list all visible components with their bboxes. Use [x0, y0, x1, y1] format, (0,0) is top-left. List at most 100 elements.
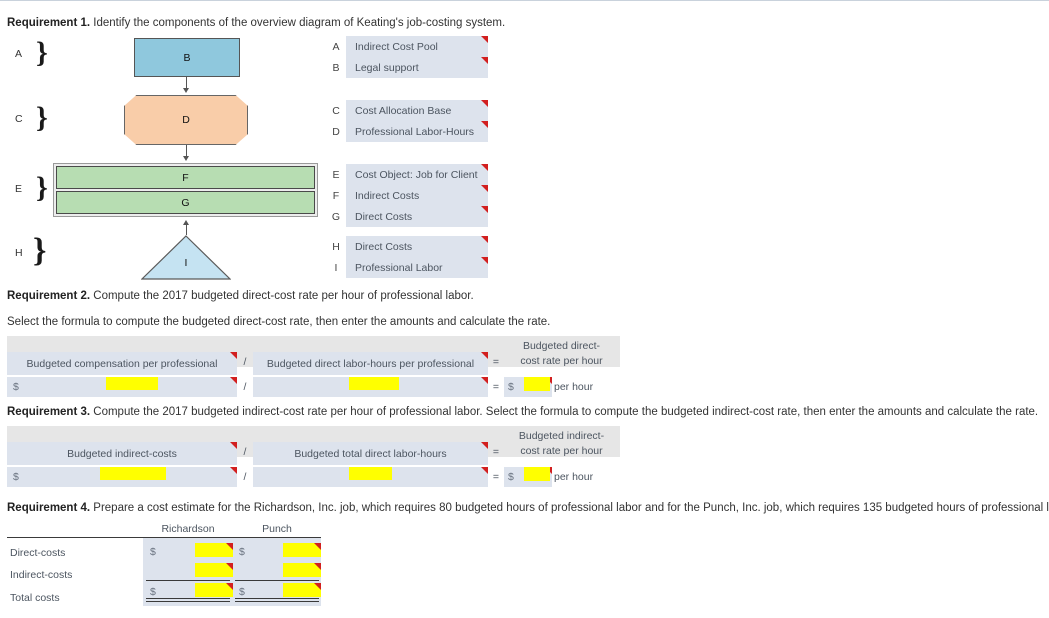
corner-marker-icon: [230, 352, 237, 359]
top-divider: [0, 0, 1049, 1]
answer-cell-e[interactable]: Cost Object: Job for Client: [346, 164, 488, 185]
corner-marker-icon: [230, 442, 237, 449]
arrow-i-to-g: [186, 224, 187, 235]
corner-marker-icon: [226, 563, 233, 570]
arrow-d-to-f-head: [182, 156, 189, 161]
cost-total-rule-punch-2: [235, 601, 319, 602]
brace-label-e: E: [15, 183, 23, 195]
diagram-shape-f: F: [56, 166, 315, 189]
cost-direct-richardson-dollar: $: [150, 546, 156, 558]
corner-marker-icon: [481, 57, 488, 64]
formula2-numerator-dollar: $: [13, 381, 19, 393]
cost-total-rule-punch-1: [235, 598, 319, 599]
diagram-shape-d-label: D: [182, 114, 190, 126]
answer-value-d: Professional Labor-Hours: [355, 125, 475, 138]
answer-value-b: Legal support: [355, 61, 419, 74]
answer-cell-h[interactable]: Direct Costs: [346, 236, 488, 257]
requirement-1-text: Identify the components of the overview …: [90, 17, 506, 29]
formula3-numerator-select[interactable]: Budgeted indirect-costs: [7, 442, 237, 465]
formula3-row-divide-operator: /: [243, 471, 247, 483]
answer-letter-c: C: [332, 105, 340, 117]
corner-marker-icon: [481, 164, 488, 171]
answer-value-c: Cost Allocation Base: [355, 104, 452, 117]
requirement-2-label: Requirement 2.: [7, 290, 91, 302]
answer-cell-i[interactable]: Professional Labor: [346, 257, 488, 278]
diagram-shape-g-label: G: [181, 196, 190, 209]
corner-marker-icon: [230, 467, 237, 474]
formula2-result-highlight[interactable]: [524, 377, 550, 391]
formula2-result-header-line1: Budgeted direct-: [522, 340, 601, 352]
requirement-4-text: Prepare a cost estimate for the Richards…: [90, 502, 1049, 514]
brace-e-icon: }: [36, 171, 48, 204]
diagram-shape-i-label: I: [184, 257, 188, 269]
requirement-2-text: Compute the 2017 budgeted direct-cost ra…: [90, 290, 474, 302]
requirement-3-label: Requirement 3.: [7, 406, 91, 418]
answer-value-g: Direct Costs: [355, 210, 413, 223]
answer-cell-g[interactable]: Direct Costs: [346, 206, 488, 227]
corner-marker-icon: [314, 563, 321, 570]
cost-direct-punch-input[interactable]: [283, 543, 321, 557]
answer-cell-d[interactable]: Professional Labor-Hours: [346, 121, 488, 142]
arrow-b-to-d-head: [182, 88, 189, 93]
brace-label-c: C: [15, 113, 23, 125]
cost-subtotal-rule-richardson: [146, 580, 230, 581]
corner-marker-icon: [481, 442, 488, 449]
cost-total-punch-input[interactable]: [283, 583, 321, 597]
formula3-denominator-highlight[interactable]: [349, 467, 392, 480]
requirement-4-heading: Requirement 4. Prepare a cost estimate f…: [7, 501, 1049, 515]
corner-marker-icon: [226, 583, 233, 590]
cost-table-row-label-total: Total costs: [10, 592, 60, 604]
cost-table-top-rule: [7, 537, 321, 538]
cost-direct-punch-dollar: $: [239, 546, 245, 558]
cost-total-punch-dollar: $: [239, 586, 245, 598]
cost-total-richardson-dollar: $: [150, 586, 156, 598]
answer-cell-a[interactable]: Indirect Cost Pool: [346, 36, 488, 57]
formula3-result-unit: per hour: [554, 471, 594, 483]
corner-marker-icon: [314, 583, 321, 590]
formula3-divide-operator: /: [243, 446, 247, 458]
formula2-numerator-highlight[interactable]: [106, 377, 158, 390]
requirement-2-instruction: Select the formula to compute the budget…: [7, 316, 551, 328]
cost-indirect-richardson-input[interactable]: [195, 563, 233, 577]
corner-marker-icon: [481, 352, 488, 359]
answer-cell-f[interactable]: Indirect Costs: [346, 185, 488, 206]
formula2-denominator-highlight[interactable]: [349, 377, 399, 390]
cost-indirect-punch-input[interactable]: [283, 563, 321, 577]
corner-marker-icon: [481, 257, 488, 264]
answer-cell-c[interactable]: Cost Allocation Base: [346, 100, 488, 121]
diagram-shape-b-label: B: [183, 51, 191, 64]
formula2-divide-operator: /: [243, 356, 247, 368]
formula3-result-header-line1: Budgeted indirect-: [518, 430, 605, 442]
formula3-result-highlight[interactable]: [524, 467, 550, 481]
formula3-result-dollar: $: [508, 471, 514, 483]
corner-marker-icon: [481, 100, 488, 107]
requirement-2-heading: Requirement 2. Compute the 2017 budgeted…: [7, 289, 474, 303]
corner-marker-icon: [481, 236, 488, 243]
arrow-i-to-g-head: [182, 220, 189, 225]
cost-direct-richardson-input[interactable]: [195, 543, 233, 557]
formula2-row-divide-operator: /: [243, 381, 247, 393]
formula3-denominator-select[interactable]: Budgeted total direct labor-hours: [253, 442, 488, 465]
answer-value-a: Indirect Cost Pool: [355, 40, 438, 53]
answer-value-i: Professional Labor: [355, 261, 443, 274]
answer-cell-b[interactable]: Legal support: [346, 57, 488, 78]
cost-table-header-richardson: Richardson: [161, 523, 215, 535]
brace-h-icon: }: [33, 232, 47, 269]
corner-marker-icon: [481, 377, 488, 384]
corner-marker-icon: [226, 543, 233, 550]
cost-table-row-label-indirect: Indirect-costs: [10, 569, 73, 581]
cost-subtotal-rule-punch: [235, 580, 319, 581]
cost-total-richardson-input[interactable]: [195, 583, 233, 597]
diagram-shape-b: B: [134, 38, 240, 77]
formula2-numerator-select[interactable]: Budgeted compensation per professional: [7, 352, 237, 375]
formula3-numerator-highlight[interactable]: [100, 467, 166, 480]
answer-letter-f: F: [332, 190, 340, 202]
cost-total-rule-richardson-2: [146, 601, 230, 602]
diagram-shape-i: I: [140, 235, 232, 280]
requirement-4-label: Requirement 4.: [7, 502, 91, 514]
corner-marker-icon: [481, 185, 488, 192]
formula2-result-header-line2: cost rate per hour: [520, 355, 603, 367]
corner-marker-icon: [481, 36, 488, 43]
corner-marker-icon: [314, 543, 321, 550]
formula2-denominator-select[interactable]: Budgeted direct labor-hours per professi…: [253, 352, 488, 375]
